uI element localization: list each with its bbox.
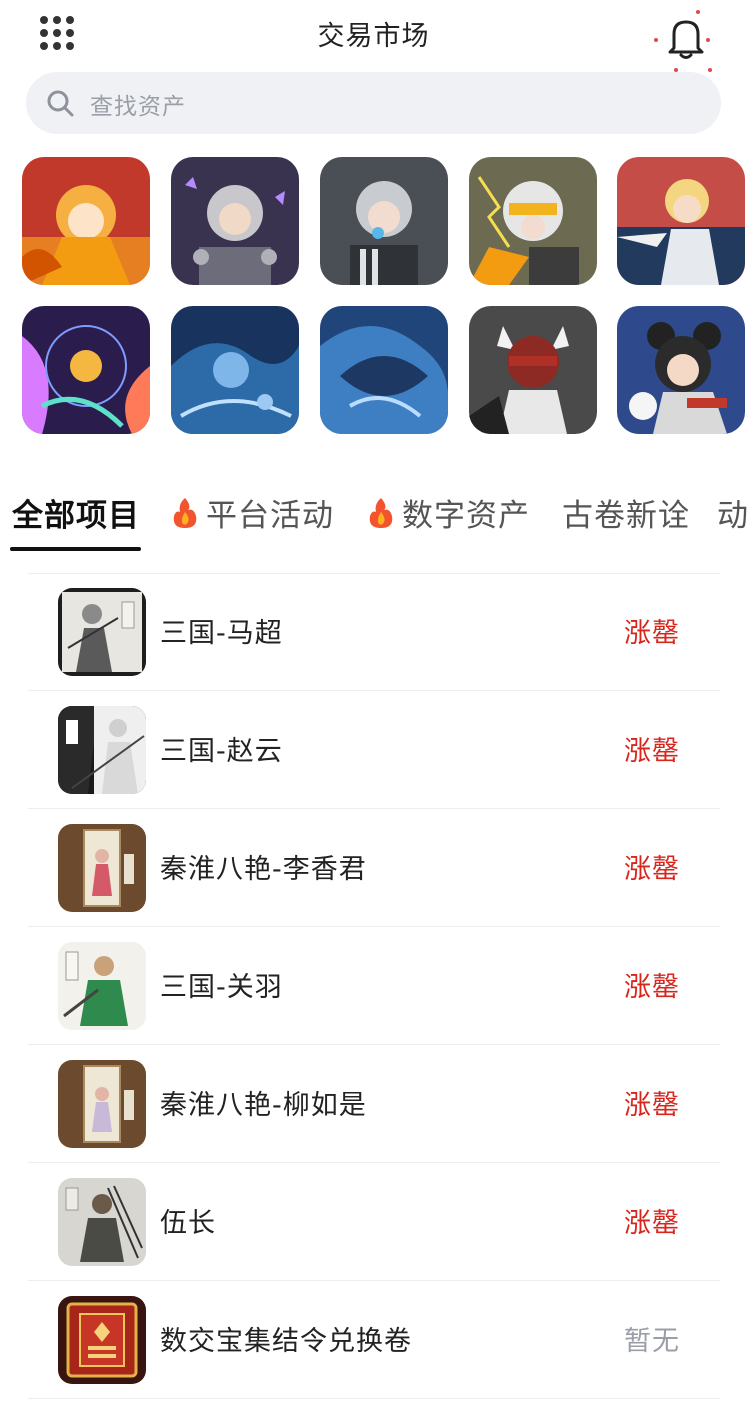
- tab-ancient-scrolls[interactable]: 古卷新诠: [562, 490, 690, 535]
- list-item[interactable]: 数交宝集结令兑换卷 暂无: [28, 1281, 720, 1399]
- tab-digital-assets[interactable]: 数字资产: [366, 490, 530, 535]
- item-name: 秦淮八艳-柳如是: [160, 1090, 367, 1121]
- item-name: 数交宝集结令兑换卷: [160, 1326, 412, 1357]
- item-name: 三国-马超: [160, 618, 283, 649]
- item-name: 伍长: [160, 1208, 216, 1239]
- list-item[interactable]: 秦淮八艳-李香君 涨罄: [28, 809, 720, 927]
- collection-avatar-3[interactable]: [320, 157, 448, 285]
- active-tab-indicator: [10, 547, 141, 551]
- collection-avatar-6[interactable]: [22, 306, 150, 434]
- fire-icon: [366, 496, 396, 530]
- item-thumbnail: [58, 1060, 146, 1148]
- divider: [28, 1398, 720, 1399]
- list-item[interactable]: 三国-赵云 涨罄: [28, 691, 720, 809]
- list-item[interactable]: 伍长 涨罄: [28, 1163, 720, 1281]
- item-status: 涨罄: [624, 972, 680, 1003]
- collection-avatar-5[interactable]: [617, 157, 745, 285]
- item-status: 涨罄: [624, 1208, 680, 1239]
- item-name: 秦淮八艳-李香君: [160, 854, 367, 885]
- collection-avatar-7[interactable]: [171, 306, 299, 434]
- tab-label: 全部项目: [12, 498, 140, 534]
- collection-avatar-10[interactable]: [617, 306, 745, 434]
- tab-label: 古卷新诠: [562, 498, 690, 534]
- item-name: 三国-赵云: [160, 736, 283, 767]
- collection-avatar-8[interactable]: [320, 306, 448, 434]
- collection-avatar-1[interactable]: [22, 157, 150, 285]
- bell-icon[interactable]: [652, 8, 712, 72]
- search-placeholder: 查找资产: [90, 94, 186, 120]
- collection-avatar-2[interactable]: [171, 157, 299, 285]
- list-item[interactable]: 秦淮八艳-柳如是 涨罄: [28, 1045, 720, 1163]
- item-thumbnail: [58, 1296, 146, 1384]
- item-status: 涨罄: [624, 736, 680, 767]
- list-item[interactable]: 三国-关羽 涨罄: [28, 927, 720, 1045]
- search-input[interactable]: 查找资产: [26, 72, 721, 134]
- tab-more[interactable]: 动: [717, 490, 747, 535]
- tab-all-projects[interactable]: 全部项目: [12, 490, 140, 535]
- item-status: 涨罄: [624, 854, 680, 885]
- item-thumbnail: [58, 942, 146, 1030]
- tab-label: 动: [717, 498, 747, 534]
- collection-avatar-4[interactable]: [469, 157, 597, 285]
- item-status: 涨罄: [624, 618, 680, 649]
- item-thumbnail: [58, 824, 146, 912]
- category-tabs: 全部项目 平台活动 数字资产 古卷新诠 动: [0, 490, 747, 550]
- item-thumbnail: [58, 588, 146, 676]
- item-status: 涨罄: [624, 1090, 680, 1121]
- item-name: 三国-关羽: [160, 972, 283, 1003]
- tab-label: 平台活动: [206, 498, 334, 534]
- fire-icon: [170, 496, 200, 530]
- app-header: 交易市场: [0, 0, 747, 72]
- page-title: 交易市场: [317, 21, 430, 52]
- tab-platform-activity[interactable]: 平台活动: [170, 490, 334, 535]
- item-thumbnail: [58, 1178, 146, 1266]
- collection-avatar-9[interactable]: [469, 306, 597, 434]
- item-thumbnail: [58, 706, 146, 794]
- item-status: 暂无: [624, 1326, 680, 1357]
- list-item[interactable]: 三国-马超 涨罄: [28, 573, 720, 691]
- tab-label: 数字资产: [402, 498, 530, 534]
- search-icon: [46, 89, 74, 117]
